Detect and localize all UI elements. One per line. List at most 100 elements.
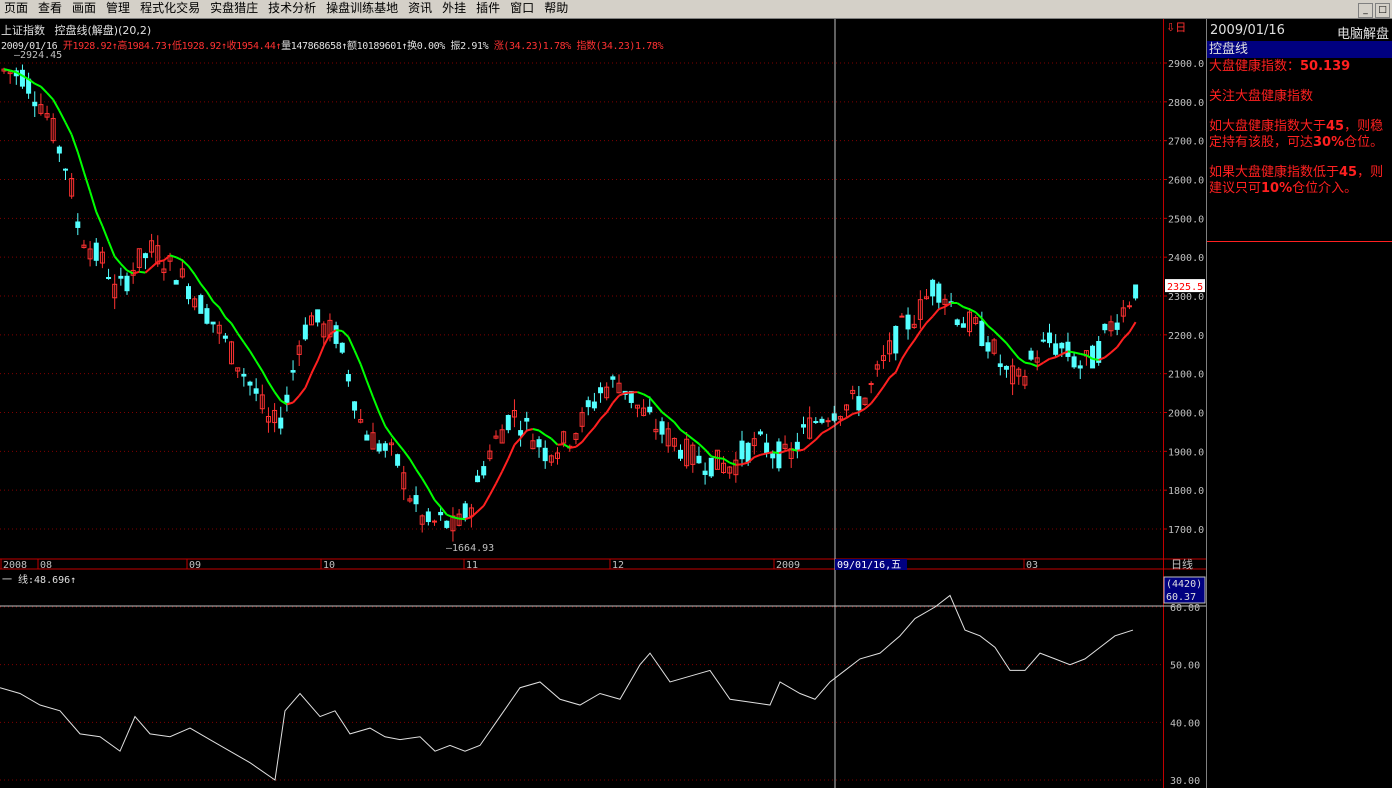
candle-body xyxy=(462,503,468,520)
control-line-segment xyxy=(433,499,442,508)
control-line-segment xyxy=(384,425,393,436)
control-line-segment xyxy=(76,151,85,173)
control-line-segment xyxy=(206,291,214,303)
minimize-button[interactable]: _ xyxy=(1358,3,1373,18)
price-tick-label: 2000.0 xyxy=(1168,409,1204,420)
time-tick-label: 09 xyxy=(189,560,201,571)
candle-body xyxy=(186,286,191,300)
control-line-segment xyxy=(802,443,811,451)
control-line-segment xyxy=(605,402,614,413)
chart-header: 上证指数 控盘线(解盘)(20,2) xyxy=(1,22,151,38)
control-line-segment xyxy=(1036,361,1044,368)
control-line-segment xyxy=(766,451,773,455)
control-line-segment xyxy=(526,428,534,432)
menu-item-training[interactable]: 操盘训练基地 xyxy=(322,0,404,18)
control-line-segment xyxy=(963,306,970,311)
health-heading: 关注大盘健康指数 xyxy=(1209,89,1314,104)
advice-1-a: 如大盘健康指数大于 xyxy=(1209,119,1327,134)
candle-body xyxy=(395,454,401,466)
menu-item-help[interactable]: 帮助 xyxy=(540,0,574,18)
quote-high: 高1984.73↑ xyxy=(117,41,172,52)
candle-body xyxy=(75,221,81,228)
control-line-segment xyxy=(1049,356,1056,360)
quote-info: 2009/01/16 开1928.92↑高1984.73↑低1928.92↑收1… xyxy=(1,37,664,52)
control-line-segment xyxy=(82,171,92,192)
time-tick-label: 2009 xyxy=(776,560,800,571)
control-line-segment xyxy=(70,134,79,153)
control-line-segment xyxy=(341,330,350,338)
control-line-segment xyxy=(40,85,48,94)
menu-item-plugin-ext[interactable]: 外挂 xyxy=(438,0,472,18)
candle-body xyxy=(1077,365,1083,369)
candle-body xyxy=(247,381,253,386)
candle-body xyxy=(345,374,351,382)
control-line-segment xyxy=(538,429,546,436)
candle-body xyxy=(1126,305,1132,308)
candle-body xyxy=(505,415,511,431)
side-separator xyxy=(1207,241,1392,242)
control-line-segment xyxy=(673,421,682,431)
candle-body xyxy=(518,430,524,436)
candle-body xyxy=(831,413,837,421)
price-tick-label: 2500.0 xyxy=(1168,214,1204,225)
control-line-segment xyxy=(446,513,454,519)
menu-item-manage[interactable]: 管理 xyxy=(102,0,136,18)
candle-body xyxy=(899,315,905,318)
candle-body xyxy=(1003,365,1009,370)
control-line-segment xyxy=(686,433,694,440)
menu-bar: 页面 查看 画面 管理 程式化交易 实盘猎庄 技术分析 操盘训练基地 资讯 外挂 插件 窗口 帮助 _ □ xyxy=(0,0,1392,19)
control-line-segment xyxy=(1067,350,1075,354)
control-line-segment xyxy=(150,260,159,268)
quote-low: 低1928.92↑ xyxy=(172,41,227,52)
index-name: 上证指数 xyxy=(1,24,45,37)
menu-item-program-trading[interactable]: 程式化交易 xyxy=(136,0,206,18)
control-line-segment xyxy=(34,82,42,88)
control-line-segment xyxy=(64,122,73,136)
control-line-segment xyxy=(888,371,897,379)
candle-body xyxy=(481,466,487,476)
control-line-segment xyxy=(372,396,381,413)
candle-body xyxy=(425,511,431,523)
control-line-segment xyxy=(218,306,227,318)
candle-body xyxy=(438,511,444,516)
control-line-segment xyxy=(132,270,140,275)
control-line-segment xyxy=(925,315,934,324)
menu-item-hunt[interactable]: 实盘猎庄 xyxy=(206,0,264,18)
control-line-segment xyxy=(648,397,657,406)
control-line-segment xyxy=(692,438,700,445)
restore-button[interactable]: □ xyxy=(1375,3,1390,18)
quote-volume: 量147868658↑ xyxy=(281,41,347,52)
menu-item-news[interactable]: 资讯 xyxy=(404,0,438,18)
candle-body xyxy=(32,101,38,107)
control-line-segment xyxy=(1005,342,1014,352)
menu-item-tech-analysis[interactable]: 技术分析 xyxy=(264,0,322,18)
control-line-segment xyxy=(993,330,1001,338)
chart-area[interactable]: 2900.0 2800.0 2700.0 2600.0 2500.0 2400.0 2300… xyxy=(0,19,1206,788)
menu-item-plugins[interactable]: 插件 xyxy=(472,0,506,18)
candle-body xyxy=(610,376,616,380)
candle-body xyxy=(905,314,911,330)
candle-body xyxy=(598,387,604,394)
side-tab[interactable]: 控盘线 xyxy=(1207,41,1392,58)
control-line-segment xyxy=(729,461,737,466)
control-line-segment xyxy=(157,259,165,263)
candle-body xyxy=(745,442,751,463)
control-line-segment xyxy=(495,470,504,484)
control-line-segment xyxy=(501,458,510,472)
candle-body xyxy=(475,475,481,483)
candle-body xyxy=(339,342,345,353)
control-line-segment xyxy=(643,393,651,399)
control-line-segment xyxy=(261,370,270,383)
candle-body xyxy=(124,275,130,292)
control-line-segment xyxy=(956,302,964,308)
candle-body xyxy=(868,383,874,386)
menu-item-window[interactable]: 窗口 xyxy=(506,0,540,18)
control-line-segment xyxy=(581,433,590,443)
menu-item-canvas[interactable]: 画面 xyxy=(68,0,102,18)
indicator-count: (4420) xyxy=(1166,579,1202,590)
menu-item-view[interactable]: 查看 xyxy=(34,0,68,18)
candle-body xyxy=(985,342,991,352)
menu-item-page[interactable]: 页面 xyxy=(0,0,34,18)
candle-body xyxy=(173,280,179,285)
control-line-segment xyxy=(894,358,903,373)
